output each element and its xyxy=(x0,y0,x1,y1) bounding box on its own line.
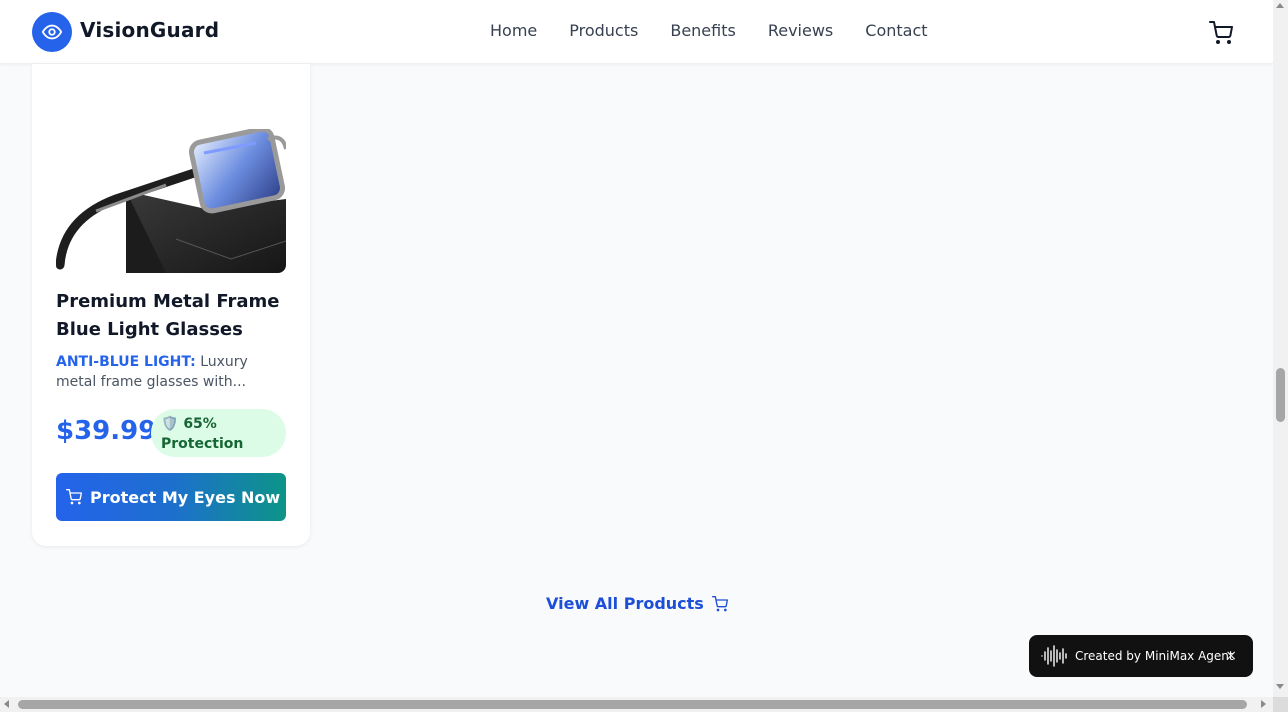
nav-benefits[interactable]: Benefits xyxy=(670,21,736,40)
product-card: Premium Metal Frame Blue Light Glasses A… xyxy=(32,64,310,546)
main-nav: Home Products Benefits Reviews Contact xyxy=(490,21,960,40)
scroll-down-icon[interactable] xyxy=(1276,684,1284,689)
nav-home[interactable]: Home xyxy=(490,21,537,40)
cta-label: Protect My Eyes Now xyxy=(90,487,281,507)
brand-name[interactable]: VisionGuard xyxy=(80,18,219,42)
agent-badge-label: Created by MiniMax Agent xyxy=(1075,649,1234,663)
vertical-scrollbar[interactable] xyxy=(1273,0,1288,697)
site-header: VisionGuard Home Products Benefits Revie… xyxy=(0,0,1273,64)
view-all-label: View All Products xyxy=(546,594,704,613)
shield-icon: 🛡️ xyxy=(161,416,179,432)
scroll-left-icon[interactable] xyxy=(4,700,9,708)
close-icon[interactable]: × xyxy=(1225,648,1237,664)
scroll-up-icon[interactable] xyxy=(1276,3,1284,8)
view-all-products-link[interactable]: View All Products xyxy=(546,594,728,613)
protection-badge: 🛡️ 65% Protection xyxy=(151,409,286,457)
nav-reviews[interactable]: Reviews xyxy=(768,21,833,40)
product-tag: ANTI-BLUE LIGHT: xyxy=(56,354,196,370)
minimax-agent-badge[interactable]: Created by MiniMax Agent × xyxy=(1029,635,1253,677)
product-price: $39.99 xyxy=(56,416,157,446)
horizontal-scroll-thumb[interactable] xyxy=(18,700,1247,709)
cart-icon xyxy=(711,595,728,612)
eye-icon[interactable] xyxy=(32,12,72,52)
protect-my-eyes-button[interactable]: Protect My Eyes Now xyxy=(56,473,286,521)
scroll-right-icon[interactable] xyxy=(1261,700,1266,708)
cart-icon[interactable] xyxy=(1208,20,1234,46)
waveform-icon xyxy=(1041,645,1067,667)
vertical-scroll-thumb[interactable] xyxy=(1276,368,1285,422)
cart-icon xyxy=(66,489,82,505)
product-image[interactable] xyxy=(56,129,286,273)
nav-contact[interactable]: Contact xyxy=(865,21,927,40)
product-title[interactable]: Premium Metal Frame Blue Light Glasses xyxy=(56,288,296,344)
scrollbar-corner xyxy=(1273,697,1288,712)
nav-products[interactable]: Products xyxy=(569,21,638,40)
horizontal-scrollbar[interactable] xyxy=(0,697,1273,712)
product-description: ANTI-BLUE LIGHT: Luxury metal frame glas… xyxy=(56,352,286,392)
